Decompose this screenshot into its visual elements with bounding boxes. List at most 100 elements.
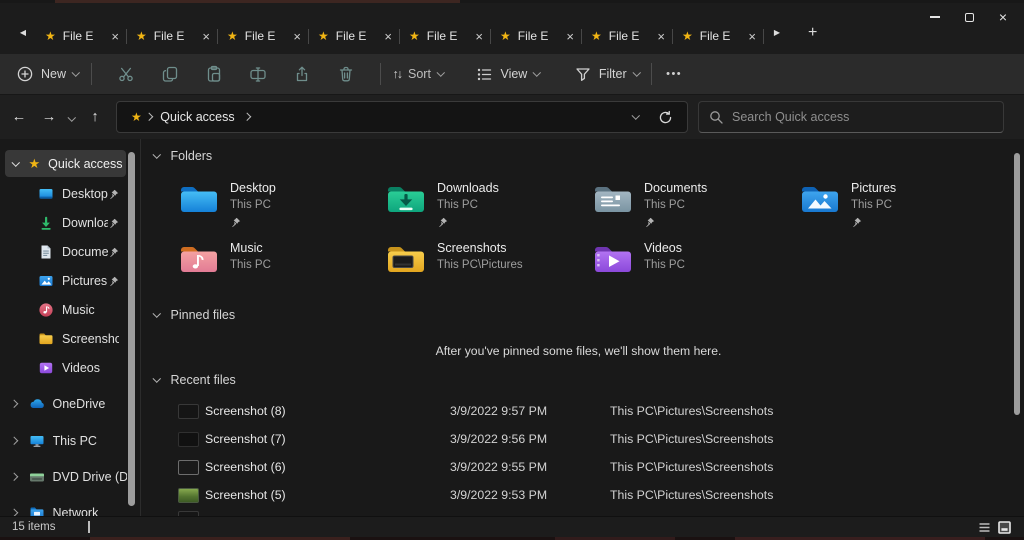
sidebar-item-music[interactable]: Music: [0, 296, 127, 324]
content-scrollbar[interactable]: [1014, 153, 1020, 415]
forward-button[interactable]: →: [34, 109, 64, 125]
new-button[interactable]: New: [16, 65, 79, 83]
folder-tile-documents[interactable]: Documents This PC: [592, 181, 792, 233]
new-tab-button[interactable]: +: [808, 24, 817, 42]
screenshots-folder-icon: [38, 331, 54, 347]
search-box[interactable]: [698, 101, 1004, 133]
sort-button-label: Sort: [408, 67, 431, 81]
breadcrumb-location[interactable]: Quick access: [160, 110, 234, 124]
recent-file-name: Screenshot (8): [205, 404, 286, 418]
chevron-down-icon: [68, 113, 76, 121]
sidebar-item-pictures[interactable]: Pictures: [0, 267, 127, 295]
sidebar-item-this-pc[interactable]: This PC: [0, 427, 127, 455]
thumbnails-view-button[interactable]: [998, 521, 1011, 534]
folder-tile-screenshots[interactable]: Screenshots This PC\Pictures: [385, 241, 585, 275]
search-input[interactable]: [732, 110, 993, 124]
filter-button[interactable]: Filter: [574, 65, 639, 83]
minimize-button[interactable]: [918, 6, 952, 28]
folder-tile-videos[interactable]: Videos This PC: [592, 241, 792, 275]
tab-close-icon[interactable]: ×: [748, 29, 756, 44]
chevron-right-icon[interactable]: [10, 473, 18, 481]
tab-title: File E: [700, 29, 745, 43]
documents-icon: [38, 244, 54, 260]
dvd-drive-icon: [29, 469, 45, 485]
rename-button[interactable]: [236, 65, 280, 83]
downloads-folder-icon: [385, 183, 427, 215]
back-button[interactable]: ←: [4, 109, 34, 125]
tab-scroll-left-button[interactable]: ◀: [16, 28, 30, 37]
recent-file-row-screenshot-5[interactable]: Screenshot (5) 3/9/2022 9:53 PM This PC\…: [141, 483, 1013, 509]
cut-button[interactable]: [104, 65, 148, 83]
tab-close-icon[interactable]: ×: [657, 29, 665, 44]
chevron-right-icon[interactable]: [10, 400, 18, 408]
up-button[interactable]: ↑: [80, 109, 110, 125]
section-header-folders[interactable]: Folders: [154, 149, 212, 163]
explorer-tab-7[interactable]: ★File E×: [582, 21, 672, 51]
recent-file-row-screenshot-7[interactable]: Screenshot (7) 3/9/2022 9:56 PM This PC\…: [141, 427, 1013, 453]
sidebar-item-quick-access[interactable]: ★ Quick access: [5, 150, 126, 177]
screenshots-folder-icon: [385, 243, 427, 275]
sidebar-item-label: Videos: [62, 361, 119, 375]
recent-file-date: 3/9/2022 9:57 PM: [450, 404, 547, 418]
tab-close-icon[interactable]: ×: [384, 29, 392, 44]
explorer-tab-6[interactable]: ★File E×: [491, 21, 581, 51]
see-more-button[interactable]: •••: [666, 68, 682, 80]
recent-file-row-screenshot-8[interactable]: Screenshot (8) 3/9/2022 9:57 PM This PC\…: [141, 399, 1013, 425]
sidebar-scrollbar[interactable]: [128, 152, 135, 506]
explorer-tab-5[interactable]: ★File E×: [400, 21, 490, 51]
chevron-right-icon[interactable]: [145, 113, 153, 121]
chevron-right-icon[interactable]: [10, 437, 18, 445]
recent-file-date: 3/9/2022 9:56 PM: [450, 432, 547, 446]
folder-name: Downloads: [437, 181, 499, 196]
tab-close-icon[interactable]: ×: [293, 29, 301, 44]
view-button-label: View: [500, 67, 527, 81]
tab-close-icon[interactable]: ×: [475, 29, 483, 44]
address-dropdown-icon[interactable]: [631, 112, 639, 120]
sidebar-item-screenshots[interactable]: Screenshots: [0, 325, 127, 353]
delete-button[interactable]: [324, 65, 368, 83]
recent-file-path: This PC\Pictures\Screenshots: [610, 488, 773, 502]
sidebar-item-dvd-drive[interactable]: DVD Drive (D:) Cl: [0, 463, 127, 491]
tab-strip: ★File E× ★File E× ★File E× ★File E× ★Fil…: [36, 21, 764, 51]
section-header-pinned-files[interactable]: Pinned files: [154, 308, 235, 322]
folder-name: Music: [230, 241, 271, 256]
tab-close-icon[interactable]: ×: [111, 29, 119, 44]
paste-button[interactable]: [192, 65, 236, 83]
explorer-tab-2[interactable]: ★File E×: [127, 21, 217, 51]
details-view-button[interactable]: [978, 521, 991, 534]
folder-location: This PC: [644, 198, 707, 213]
maximize-button[interactable]: [952, 6, 986, 28]
folder-tile-desktop[interactable]: Desktop This PC: [178, 181, 378, 233]
explorer-tab-8[interactable]: ★File E×: [673, 21, 763, 51]
explorer-tab-4[interactable]: ★File E×: [309, 21, 399, 51]
explorer-tab-3[interactable]: ★File E×: [218, 21, 308, 51]
close-window-button[interactable]: ×: [986, 6, 1020, 28]
sidebar-item-videos[interactable]: Videos: [0, 354, 127, 382]
sidebar-item-desktop[interactable]: Desktop: [0, 180, 127, 208]
recent-file-row-screenshot-6[interactable]: Screenshot (6) 3/9/2022 9:55 PM This PC\…: [141, 455, 1013, 481]
folder-tile-music[interactable]: Music This PC: [178, 241, 378, 275]
folder-tile-downloads[interactable]: Downloads This PC: [385, 181, 585, 233]
copy-button[interactable]: [148, 65, 192, 83]
refresh-icon[interactable]: [658, 110, 673, 125]
tab-scroll-right-button[interactable]: ▶: [770, 28, 784, 37]
sort-button[interactable]: ↑↓ Sort: [393, 67, 444, 81]
section-header-recent-files[interactable]: Recent files: [154, 373, 236, 387]
tab-close-icon[interactable]: ×: [566, 29, 574, 44]
copy-icon: [161, 65, 179, 83]
folder-location: This PC: [644, 258, 685, 273]
explorer-tab-1[interactable]: ★File E×: [36, 21, 126, 51]
sidebar-item-downloads[interactable]: Downloads: [0, 209, 127, 237]
view-button[interactable]: View: [475, 65, 539, 83]
command-bar: New ↑↓ Sort View Filter •••: [0, 54, 1024, 95]
toolbar-divider: [91, 63, 92, 85]
sidebar-item-onedrive[interactable]: OneDrive: [0, 390, 127, 418]
chevron-right-icon[interactable]: [242, 113, 250, 121]
share-button[interactable]: [280, 65, 324, 83]
recent-locations-button[interactable]: [64, 108, 80, 126]
tab-close-icon[interactable]: ×: [202, 29, 210, 44]
folder-tile-pictures[interactable]: Pictures This PC: [799, 181, 999, 233]
address-bar[interactable]: ★ Quick access: [116, 101, 688, 133]
section-label: Pinned files: [171, 308, 236, 322]
sidebar-item-documents[interactable]: Documents: [0, 238, 127, 266]
